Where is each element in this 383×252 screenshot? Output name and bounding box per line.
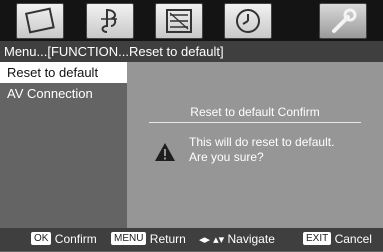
tab-function[interactable]	[319, 3, 367, 39]
dialog-message-line-2: Are you sure?	[189, 150, 264, 164]
menu-tab-bar	[0, 0, 383, 41]
breadcrumb: Menu...[FUNCTION...Reset to default]	[0, 41, 383, 62]
ok-key: OK	[31, 232, 52, 246]
tab-time[interactable]	[224, 3, 272, 39]
exit-label: Cancel	[334, 232, 372, 246]
tab-picture[interactable]	[16, 3, 64, 39]
footer-exit[interactable]: EXIT Cancel	[303, 228, 372, 251]
menu-key: MENU	[111, 232, 147, 246]
navigate-arrows-icon: ◂▸ ▴▾	[199, 234, 225, 246]
footer-navigate: ◂▸ ▴▾ Navigate	[199, 228, 275, 252]
footer-menu[interactable]: MENU Return	[111, 228, 186, 251]
tab-setup[interactable]	[155, 3, 203, 39]
confirm-dialog: Reset to default Confirm This will do re…	[127, 62, 383, 228]
setup-icon	[166, 9, 192, 33]
tab-sound[interactable]	[86, 3, 134, 39]
sidebar-item-reset-to-default[interactable]: Reset to default	[0, 62, 131, 83]
dialog-title: Reset to default Confirm	[190, 105, 320, 119]
dialog-message: This will do reset to default. Are you s…	[189, 135, 334, 165]
sidebar: Reset to default AV Connection	[0, 62, 131, 228]
warning-icon	[155, 143, 175, 161]
function-icon	[332, 8, 357, 33]
dialog-divider	[149, 122, 361, 123]
sidebar-item-av-connection[interactable]: AV Connection	[0, 83, 127, 104]
navigate-label: Navigate	[227, 232, 275, 246]
footer-help-bar: OK Confirm MENU Return ◂▸ ▴▾ Navigate EX…	[0, 228, 383, 251]
music-note-icon	[101, 8, 117, 33]
picture-icon	[24, 7, 55, 34]
ok-label: Confirm	[54, 232, 97, 246]
menu-label: Return	[149, 232, 186, 246]
exit-key: EXIT	[303, 232, 332, 246]
footer-ok[interactable]: OK Confirm	[31, 228, 97, 251]
clock-icon	[236, 9, 260, 33]
dialog-message-line-1: This will do reset to default.	[189, 135, 335, 149]
